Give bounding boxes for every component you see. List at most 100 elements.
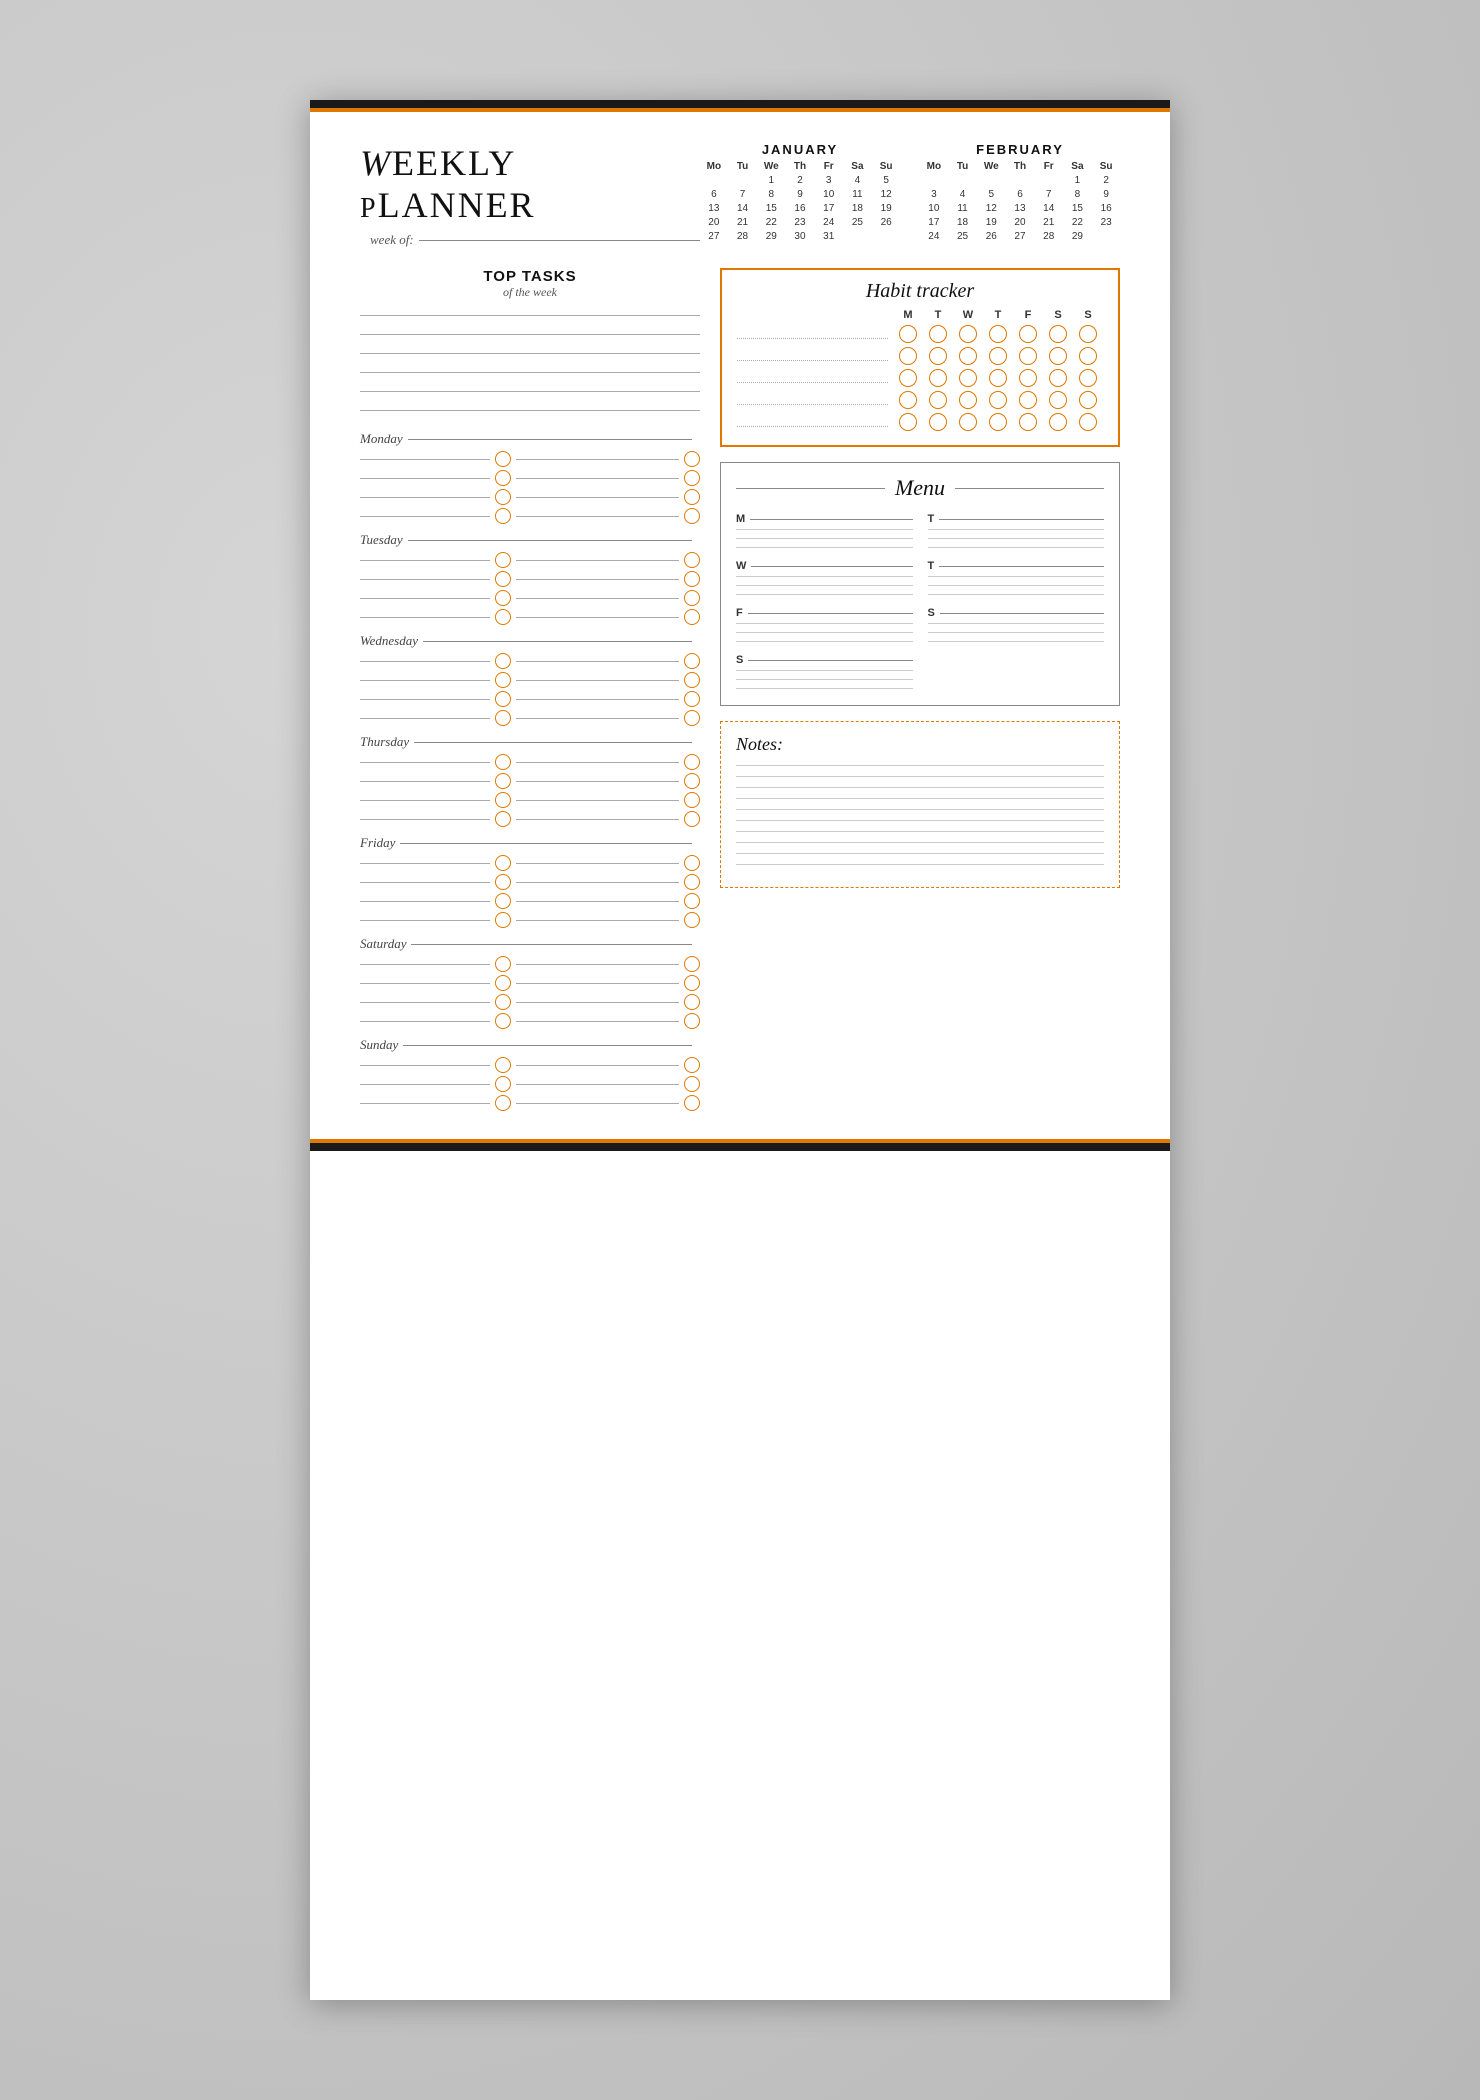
saturday-circle-r3[interactable] (684, 994, 700, 1010)
thursday-circle-r3[interactable] (684, 792, 700, 808)
saturday-circle-r4[interactable] (684, 1013, 700, 1029)
tuesday-circle-1[interactable] (495, 552, 511, 568)
habit-circle[interactable] (899, 369, 917, 387)
sunday-circle-r2[interactable] (684, 1076, 700, 1092)
habit-circle[interactable] (929, 347, 947, 365)
sunday-circle-3[interactable] (495, 1095, 511, 1111)
habit-day-f: F (1013, 309, 1043, 321)
saturday-circle-4[interactable] (495, 1013, 511, 1029)
wednesday-circle-r1[interactable] (684, 653, 700, 669)
sunday-circle-1[interactable] (495, 1057, 511, 1073)
friday-circle-4[interactable] (495, 912, 511, 928)
saturday-circle-2[interactable] (495, 975, 511, 991)
habit-circle[interactable] (989, 325, 1007, 343)
wednesday-circle-r4[interactable] (684, 710, 700, 726)
wednesday-circle-3[interactable] (495, 691, 511, 707)
habit-circle[interactable] (959, 347, 977, 365)
sunday-circle-r3[interactable] (684, 1095, 700, 1111)
wednesday-circle-r3[interactable] (684, 691, 700, 707)
habit-circle[interactable] (929, 391, 947, 409)
habit-circle[interactable] (899, 391, 917, 409)
jan-cell: 17 (815, 202, 843, 215)
habit-circle[interactable] (959, 391, 977, 409)
saturday-block: Saturday (360, 936, 700, 1029)
habit-circle[interactable] (1049, 325, 1067, 343)
saturday-circle-r2[interactable] (684, 975, 700, 991)
friday-circle-r2[interactable] (684, 874, 700, 890)
thursday-circle-r2[interactable] (684, 773, 700, 789)
habit-circle[interactable] (1049, 369, 1067, 387)
monday-circle-r3[interactable] (684, 489, 700, 505)
habit-circle[interactable] (989, 391, 1007, 409)
habit-circle[interactable] (989, 369, 1007, 387)
habit-day-s2: S (1073, 309, 1103, 321)
tuesday-circle-r3[interactable] (684, 590, 700, 606)
habit-circle[interactable] (1049, 347, 1067, 365)
wednesday-circle-4[interactable] (495, 710, 511, 726)
monday-circle-3[interactable] (495, 489, 511, 505)
habit-circle[interactable] (989, 413, 1007, 431)
monday-circle-1[interactable] (495, 451, 511, 467)
thursday-circle-4[interactable] (495, 811, 511, 827)
habit-circle[interactable] (959, 413, 977, 431)
habit-circle[interactable] (959, 325, 977, 343)
habit-circle[interactable] (929, 369, 947, 387)
thursday-circle-3[interactable] (495, 792, 511, 808)
habit-circle[interactable] (1019, 369, 1037, 387)
habit-circle[interactable] (1019, 391, 1037, 409)
thursday-row-2 (360, 773, 700, 789)
friday-circle-r4[interactable] (684, 912, 700, 928)
tuesday-circle-2[interactable] (495, 571, 511, 587)
monday-circle-4[interactable] (495, 508, 511, 524)
monday-circle-r2[interactable] (684, 470, 700, 486)
habit-circle[interactable] (1019, 347, 1037, 365)
habit-circle[interactable] (1079, 325, 1097, 343)
monday-circle-2[interactable] (495, 470, 511, 486)
habit-circle[interactable] (1049, 413, 1067, 431)
sunday-circle-2[interactable] (495, 1076, 511, 1092)
wednesday-circle-1[interactable] (495, 653, 511, 669)
habit-circle[interactable] (1019, 325, 1037, 343)
habit-circle[interactable] (1049, 391, 1067, 409)
sunday-row-2 (360, 1076, 700, 1092)
habit-circle[interactable] (929, 325, 947, 343)
thursday-circle-r4[interactable] (684, 811, 700, 827)
habit-day-t: T (923, 309, 953, 321)
saturday-circle-r1[interactable] (684, 956, 700, 972)
tuesday-circle-3[interactable] (495, 590, 511, 606)
habit-circle[interactable] (899, 413, 917, 431)
habit-circle[interactable] (929, 413, 947, 431)
habit-circle[interactable] (1079, 391, 1097, 409)
habit-circle[interactable] (899, 325, 917, 343)
habit-circle[interactable] (1079, 347, 1097, 365)
tuesday-circle-r1[interactable] (684, 552, 700, 568)
thursday-circle-2[interactable] (495, 773, 511, 789)
friday-circle-r1[interactable] (684, 855, 700, 871)
habit-circle[interactable] (1079, 369, 1097, 387)
tuesday-circle-4[interactable] (495, 609, 511, 625)
tuesday-circle-r2[interactable] (684, 571, 700, 587)
friday-circle-3[interactable] (495, 893, 511, 909)
habit-circle[interactable] (1019, 413, 1037, 431)
notes-box: Notes: (720, 721, 1120, 888)
wednesday-row-4 (360, 710, 700, 726)
friday-circle-2[interactable] (495, 874, 511, 890)
wednesday-circle-r2[interactable] (684, 672, 700, 688)
friday-circle-1[interactable] (495, 855, 511, 871)
habit-circle[interactable] (899, 347, 917, 365)
saturday-circle-3[interactable] (495, 994, 511, 1010)
monday-circle-r1[interactable] (684, 451, 700, 467)
friday-circle-r3[interactable] (684, 893, 700, 909)
saturday-circle-1[interactable] (495, 956, 511, 972)
sunday-circle-r1[interactable] (684, 1057, 700, 1073)
jan-hdr-tu: Tu (729, 160, 757, 173)
wednesday-circle-2[interactable] (495, 672, 511, 688)
thursday-circle-1[interactable] (495, 754, 511, 770)
habit-circle[interactable] (989, 347, 1007, 365)
monday-circle-r4[interactable] (684, 508, 700, 524)
habit-circle[interactable] (959, 369, 977, 387)
tuesday-circle-r4[interactable] (684, 609, 700, 625)
thursday-circle-r1[interactable] (684, 754, 700, 770)
habit-circle[interactable] (1079, 413, 1097, 431)
thursday-line (414, 742, 692, 743)
